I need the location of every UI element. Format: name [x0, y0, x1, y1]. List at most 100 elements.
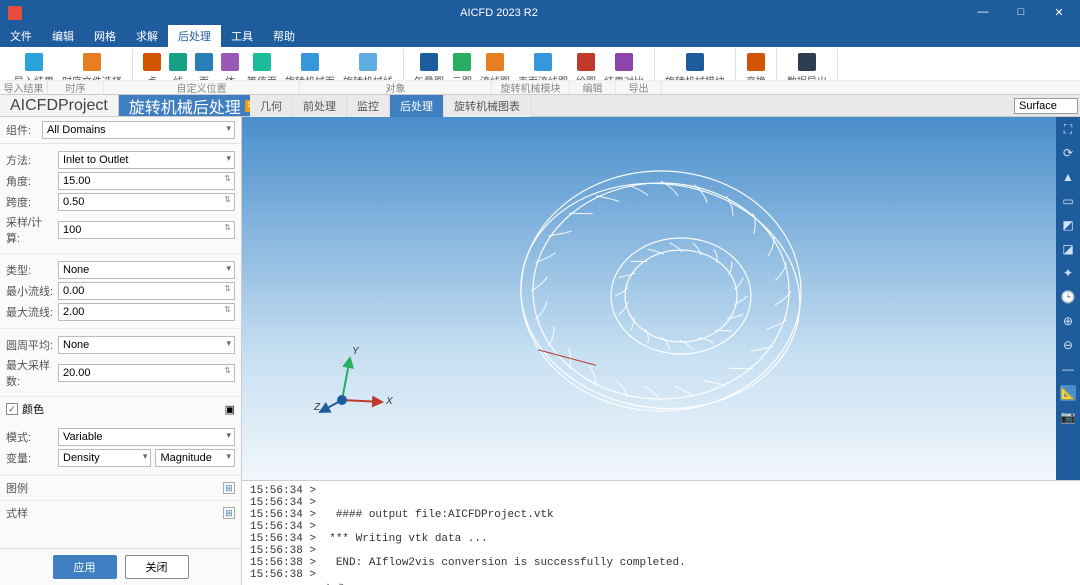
ribbon-icon — [615, 53, 633, 71]
max-streamline-input[interactable]: 2.00 — [58, 303, 235, 321]
center-area: X Y Z ⛶ ⟳ ▲ ▭ ◩ ◪ ✦ 🕒 ⊕ ⊖ — 📐 📷 15:56:34 > 15:56:34 … — [242, 117, 1080, 585]
ribbon-icon — [221, 53, 239, 71]
plane1-icon[interactable]: ◩ — [1060, 217, 1076, 233]
ribbon-icon — [301, 53, 319, 71]
sample-input[interactable]: 100 — [58, 221, 235, 239]
app-title: AICFD 2023 R2 — [28, 7, 970, 19]
ribbon-icon — [747, 53, 765, 71]
variable-label: 变量: — [6, 450, 54, 466]
menu-item-3[interactable]: 求解 — [126, 25, 168, 47]
method-select[interactable]: Inlet to Outlet — [58, 151, 235, 169]
ribbon-icon — [686, 53, 704, 71]
view-tab-旋转机械图表[interactable]: 旋转机械图表 — [444, 95, 531, 117]
menu-item-5[interactable]: 工具 — [221, 25, 263, 47]
circ-avg-select[interactable]: None — [58, 336, 235, 354]
legend-section-label: 图例 — [6, 480, 28, 496]
component-label: 组件: — [6, 122, 36, 138]
orbit-icon[interactable]: ⟳ — [1060, 145, 1076, 161]
project-tab[interactable]: 旋转机械后处理✕ — [119, 95, 268, 116]
ribbon-icon — [195, 53, 213, 71]
maximize-button[interactable]: □ — [1008, 6, 1034, 19]
project-tab[interactable]: AICFDProject — [0, 95, 119, 116]
—-icon[interactable]: — — [1060, 361, 1076, 377]
properties-panel: 组件: All Domains 方法:Inlet to Outlet 角度:15… — [0, 117, 242, 585]
ribbon-icon — [253, 53, 271, 71]
ribbon-icon — [453, 53, 471, 71]
max-streamline-label: 最大流线: — [6, 304, 54, 320]
angle-label: 角度: — [6, 173, 54, 189]
menu-bar: 文件编辑网格求解后处理工具帮助 — [0, 25, 1080, 47]
title-bar: AICFD 2023 R2 — □ ✕ — [0, 0, 1080, 25]
output-console[interactable]: 15:56:34 > 15:56:34 > 15:56:34 > #### ou… — [242, 480, 1080, 585]
mode-select[interactable]: Variable — [58, 428, 235, 446]
surface-mode-select[interactable]: Surface — [1014, 98, 1078, 114]
ribbon-category-label: 编辑 — [570, 81, 616, 94]
apply-button[interactable]: 应用 — [53, 555, 117, 579]
menu-item-6[interactable]: 帮助 — [263, 25, 305, 47]
clock-icon[interactable]: 🕒 — [1060, 289, 1076, 305]
view-tab-监控[interactable]: 监控 — [347, 95, 390, 117]
svg-text:X: X — [385, 396, 393, 407]
circ-avg-label: 圆周平均: — [6, 337, 54, 353]
legend-expand-icon[interactable]: ⊞ — [223, 482, 235, 494]
view-tab-前处理[interactable]: 前处理 — [293, 95, 347, 117]
menu-item-1[interactable]: 编辑 — [42, 25, 84, 47]
axis-icon[interactable]: ✦ — [1060, 265, 1076, 281]
menu-item-4[interactable]: 后处理 — [168, 25, 221, 47]
magnitude-select[interactable]: Magnitude — [155, 449, 235, 467]
ribbon-category-label: 导出 — [616, 81, 662, 94]
color-expand-icon[interactable]: ▣ — [225, 403, 235, 416]
ribbon-icon — [169, 53, 187, 71]
camera-icon[interactable]: 📷 — [1060, 409, 1076, 425]
bbox-icon[interactable]: ▭ — [1060, 193, 1076, 209]
close-button[interactable]: ✕ — [1046, 6, 1072, 19]
color-checkbox[interactable]: ✓ — [6, 403, 18, 415]
menu-item-2[interactable]: 网格 — [84, 25, 126, 47]
viewport-3d[interactable]: X Y Z ⛶ ⟳ ▲ ▭ ◩ ◪ ✦ 🕒 ⊕ ⊖ — 📐 📷 — [242, 117, 1080, 480]
max-sample-input[interactable]: 20.00 — [58, 364, 235, 382]
style-expand-icon[interactable]: ⊞ — [223, 507, 235, 519]
minimize-button[interactable]: — — [970, 6, 996, 19]
ribbon-icon — [25, 53, 43, 71]
min-streamline-label: 最小流线: — [6, 283, 54, 299]
fit-icon[interactable]: ⛶ — [1060, 121, 1076, 137]
ribbon-category-label: 对象 — [300, 81, 492, 94]
mode-label: 模式: — [6, 429, 54, 445]
project-tab-bar: AICFDProject旋转机械后处理✕ 几何前处理监控后处理旋转机械图表 Su… — [0, 95, 1080, 117]
view-tab-后处理[interactable]: 后处理 — [390, 95, 444, 117]
ribbon-icon — [798, 53, 816, 71]
ribbon-icon — [577, 53, 595, 71]
ribbon-category-label: 导入结果 — [0, 81, 48, 94]
type-label: 类型: — [6, 262, 54, 278]
ribbon-icon — [486, 53, 504, 71]
ribbon-category-label: 旋转机械模块 — [492, 81, 570, 94]
plane2-icon[interactable]: ◪ — [1060, 241, 1076, 257]
persp-icon[interactable]: ▲ — [1060, 169, 1076, 185]
max-sample-label: 最大采样数: — [6, 357, 54, 389]
variable-select[interactable]: Density — [58, 449, 151, 467]
ribbon-icon — [83, 53, 101, 71]
zoom-in-icon[interactable]: ⊕ — [1060, 313, 1076, 329]
angle-input[interactable]: 15.00 — [58, 172, 235, 190]
svg-text:Y: Y — [352, 346, 360, 357]
sample-label: 采样/计算: — [6, 214, 54, 246]
component-select[interactable]: All Domains — [42, 121, 235, 139]
svg-text:Z: Z — [313, 402, 321, 413]
style-section-label: 式样 — [6, 505, 28, 521]
close-panel-button[interactable]: 关闭 — [125, 555, 189, 579]
type-select[interactable]: None — [58, 261, 235, 279]
ribbon-icon — [534, 53, 552, 71]
span-input[interactable]: 0.50 — [58, 193, 235, 211]
viewport-toolbar: ⛶ ⟳ ▲ ▭ ◩ ◪ ✦ 🕒 ⊕ ⊖ — 📐 📷 — [1056, 117, 1080, 480]
method-label: 方法: — [6, 152, 54, 168]
app-logo-icon — [8, 6, 22, 20]
menu-item-0[interactable]: 文件 — [0, 25, 42, 47]
span-label: 跨度: — [6, 194, 54, 210]
ribbon-toolbar: 导入结果时序文件选择点线面体等值面旋转机械面旋转机械线矢量图云图流线图表面流线图… — [0, 47, 1080, 95]
min-streamline-input[interactable]: 0.00 — [58, 282, 235, 300]
ribbon-icon — [420, 53, 438, 71]
measure-icon[interactable]: 📐 — [1060, 385, 1076, 401]
ribbon-category-label: 时序 — [48, 81, 104, 94]
zoom-out-icon[interactable]: ⊖ — [1060, 337, 1076, 353]
view-tab-几何[interactable]: 几何 — [250, 95, 293, 117]
